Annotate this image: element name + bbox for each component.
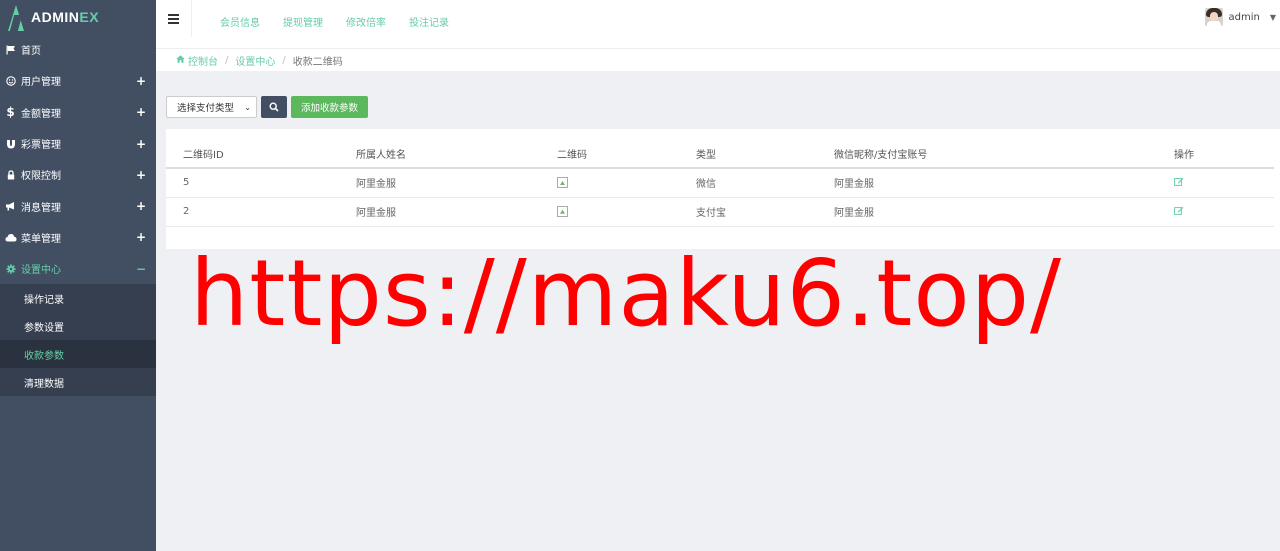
edit-icon[interactable] xyxy=(1174,206,1184,218)
column-header-actions: 操作 xyxy=(1157,139,1274,169)
filter-bar: 选择支付类型 ⌄ 添加收款参数 xyxy=(166,96,368,118)
column-header-type: 类型 xyxy=(679,139,817,169)
cell-actions xyxy=(1157,197,1274,227)
sidebar-item-label: 金额管理 xyxy=(21,108,61,120)
menu-toggle-button[interactable] xyxy=(156,0,192,37)
breadcrumb: 控制台 / 设置中心 / 收款二维码 xyxy=(156,49,1280,71)
sidebar-nav: 首页 用户管理 + $ 金额管理 + 彩票管理 + 权限控制 + 消息管理 + … xyxy=(0,34,156,284)
user-menu[interactable]: admin ▼ xyxy=(1204,8,1276,26)
column-header-qr-code: 二维码 xyxy=(540,139,679,169)
logo-text: ADMINEX xyxy=(31,9,100,25)
qr-table: 二维码ID 所属人姓名 二维码 类型 微信昵称/支付宝账号 操作 5 阿里金服 … xyxy=(166,139,1274,227)
subnav-item-parameter-settings[interactable]: 参数设置 xyxy=(0,312,156,340)
search-icon xyxy=(269,102,279,112)
column-header-qr-id: 二维码ID xyxy=(166,139,339,169)
hamburger-icon xyxy=(168,12,179,26)
cell-qr-code xyxy=(540,168,679,198)
add-payment-param-button[interactable]: 添加收款参数 xyxy=(291,96,368,118)
top-nav: 会员信息 提现管理 修改倍率 投注记录 xyxy=(220,14,449,29)
sidebar-item-messages[interactable]: 消息管理 + xyxy=(0,190,156,221)
magnet-icon xyxy=(4,137,17,150)
top-nav-withdrawal[interactable]: 提现管理 xyxy=(283,14,323,29)
collapse-minus-icon: − xyxy=(135,261,146,276)
gear-icon xyxy=(4,262,17,275)
cell-qr-code xyxy=(540,197,679,227)
subnav-item-payment-params[interactable]: 收款参数 xyxy=(0,340,156,369)
payment-type-select-value: 选择支付类型 xyxy=(177,103,235,114)
table-header-row: 二维码ID 所属人姓名 二维码 类型 微信昵称/支付宝账号 操作 xyxy=(166,139,1274,169)
cell-type: 支付宝 xyxy=(679,197,817,227)
sidebar-item-label: 彩票管理 xyxy=(21,140,61,152)
logo[interactable]: ADMINEX xyxy=(0,0,156,34)
username: admin xyxy=(1228,11,1260,23)
expand-plus-icon: + xyxy=(135,136,146,151)
chevron-down-icon: ⌄ xyxy=(244,102,251,112)
cell-account: 阿里金服 xyxy=(817,168,1157,198)
dollar-icon: $ xyxy=(6,105,15,120)
cell-qr-id: 5 xyxy=(166,168,339,198)
cloud-icon xyxy=(4,231,17,244)
expand-plus-icon: + xyxy=(135,73,146,88)
settings-subnav: 操作记录 参数设置 收款参数 清理数据 xyxy=(0,284,156,397)
cell-account: 阿里金服 xyxy=(817,197,1157,227)
smile-icon xyxy=(4,74,17,87)
sidebar-item-users[interactable]: 用户管理 + xyxy=(0,65,156,96)
sidebar-item-menus[interactable]: 菜单管理 + xyxy=(0,222,156,253)
sidebar: ADMINEX 首页 用户管理 + $ 金额管理 + 彩票管理 + 权限控制 +… xyxy=(0,0,156,551)
subnav-item-operation-log[interactable]: 操作记录 xyxy=(0,284,156,312)
expand-plus-icon: + xyxy=(135,230,146,245)
subnav-item-clear-data[interactable]: 清理数据 xyxy=(0,368,156,396)
breadcrumb-separator: / xyxy=(282,54,286,66)
cell-owner: 阿里金服 xyxy=(339,197,540,227)
sidebar-item-label: 用户管理 xyxy=(21,77,61,89)
flag-icon xyxy=(4,43,17,56)
breadcrumb-home[interactable]: 控制台 xyxy=(188,53,218,68)
column-header-owner: 所属人姓名 xyxy=(339,139,540,169)
breadcrumb-separator: / xyxy=(225,54,229,66)
cell-actions xyxy=(1157,168,1274,198)
sidebar-item-money[interactable]: $ 金额管理 + xyxy=(0,97,156,128)
logo-mark-icon xyxy=(6,3,26,31)
caret-down-icon: ▼ xyxy=(1269,12,1276,22)
top-nav-member-info[interactable]: 会员信息 xyxy=(220,14,260,29)
url-watermark-text: https://maku6.top/ xyxy=(190,240,1063,347)
breadcrumb-current: 收款二维码 xyxy=(292,56,343,68)
expand-plus-icon: + xyxy=(135,105,146,120)
sidebar-item-label: 消息管理 xyxy=(21,202,61,214)
top-nav-bet-records[interactable]: 投注记录 xyxy=(409,14,449,29)
table-row: 2 阿里金服 支付宝 阿里金服 xyxy=(166,197,1274,227)
sidebar-item-label: 设置中心 xyxy=(21,265,61,277)
cell-qr-id: 2 xyxy=(166,197,339,227)
top-header: 会员信息 提现管理 修改倍率 投注记录 admin ▼ xyxy=(156,0,1280,49)
avatar xyxy=(1204,8,1223,26)
table-row: 5 阿里金服 微信 阿里金服 xyxy=(166,168,1274,198)
cell-owner: 阿里金服 xyxy=(339,168,540,198)
column-header-account: 微信昵称/支付宝账号 xyxy=(817,139,1157,169)
sidebar-item-home[interactable]: 首页 xyxy=(0,34,156,65)
broken-image-icon[interactable] xyxy=(557,177,568,188)
expand-plus-icon: + xyxy=(135,199,146,214)
expand-plus-icon: + xyxy=(135,167,146,182)
sidebar-item-label: 菜单管理 xyxy=(21,233,61,245)
qr-table-panel: 二维码ID 所属人姓名 二维码 类型 微信昵称/支付宝账号 操作 5 阿里金服 … xyxy=(166,129,1280,249)
breadcrumb-section[interactable]: 设置中心 xyxy=(235,53,275,68)
sidebar-item-settings[interactable]: 设置中心 − xyxy=(0,253,156,284)
edit-icon[interactable] xyxy=(1174,177,1184,189)
sidebar-item-lottery[interactable]: 彩票管理 + xyxy=(0,128,156,159)
top-nav-modify-rate[interactable]: 修改倍率 xyxy=(346,14,386,29)
bullhorn-icon xyxy=(4,200,17,213)
payment-type-select[interactable]: 选择支付类型 ⌄ xyxy=(166,96,257,118)
sidebar-item-permissions[interactable]: 权限控制 + xyxy=(0,159,156,190)
cell-type: 微信 xyxy=(679,168,817,198)
sidebar-item-label: 首页 xyxy=(21,46,41,58)
search-button[interactable] xyxy=(261,96,287,118)
lock-icon xyxy=(4,168,17,181)
sidebar-item-label: 权限控制 xyxy=(21,171,61,183)
broken-image-icon[interactable] xyxy=(557,205,568,217)
home-icon xyxy=(176,54,185,66)
